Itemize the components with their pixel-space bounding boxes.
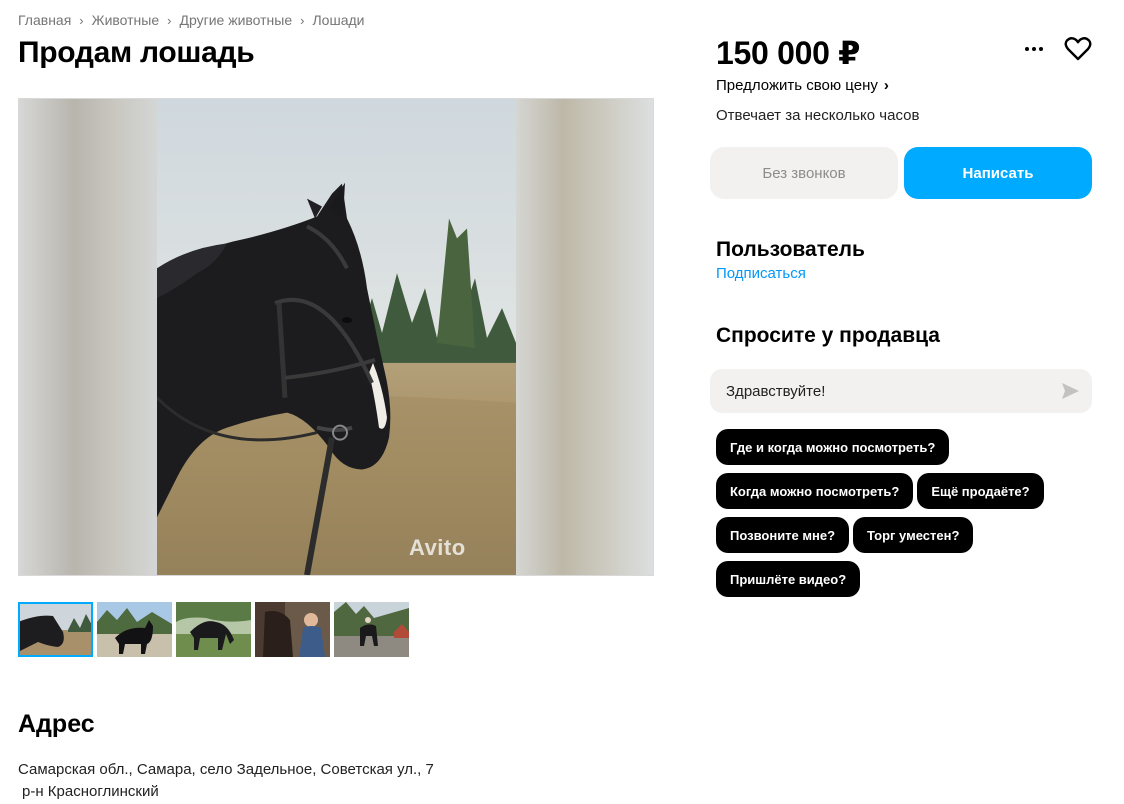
main-photo — [157, 99, 516, 575]
thumbnail-4[interactable] — [255, 602, 330, 657]
district-text: р-н Красноглинский — [22, 783, 159, 800]
chevron-right-icon: › — [883, 77, 889, 94]
listing-title: Продам лошадь — [18, 36, 255, 69]
price: 150 000 ₽ — [716, 35, 861, 71]
gallery-blur-right — [514, 99, 653, 575]
message-input[interactable] — [710, 369, 1092, 413]
write-message-button[interactable]: Написать — [904, 147, 1092, 199]
breadcrumb-home[interactable]: Главная — [18, 12, 71, 28]
thumbnail-3[interactable] — [176, 602, 251, 657]
quick-question-chip[interactable]: Где и когда можно посмотреть? — [716, 429, 950, 465]
breadcrumb-other-animals[interactable]: Другие животные — [179, 12, 292, 28]
thumbnail-1[interactable] — [18, 602, 93, 657]
breadcrumb-animals[interactable]: Животные — [92, 12, 160, 28]
breadcrumb: Главная › Животные › Другие животные › Л… — [18, 12, 364, 28]
quick-question-chip[interactable]: Торг уместен? — [853, 517, 974, 553]
seller-name[interactable]: Пользователь — [716, 238, 865, 262]
heart-icon[interactable] — [1064, 36, 1092, 62]
more-dots-icon[interactable] — [1021, 36, 1047, 62]
address-text: Самарская обл., Самара, село Задельное, … — [18, 761, 434, 778]
response-time: Отвечает за несколько часов — [716, 107, 920, 124]
gallery-blur-left — [19, 99, 157, 575]
chevron-right-icon: › — [300, 12, 305, 28]
quick-question-chip[interactable]: Позвоните мне? — [716, 517, 850, 553]
thumbnail-2[interactable] — [97, 602, 172, 657]
thumbnail-strip — [18, 602, 409, 657]
offer-price-label: Предложить свою цену — [716, 77, 878, 94]
quick-question-chip[interactable]: Ещё продаёте? — [917, 473, 1044, 509]
quick-questions: Где и когда можно посмотреть? Когда можн… — [716, 429, 1096, 597]
chevron-right-icon: › — [167, 12, 172, 28]
no-calls-button[interactable]: Без звонков — [710, 147, 898, 199]
quick-question-chip[interactable]: Пришлёте видео? — [716, 561, 861, 597]
chevron-right-icon: › — [79, 12, 84, 28]
offer-price-link[interactable]: Предложить свою цену › — [716, 77, 889, 94]
address-title: Адрес — [18, 710, 95, 738]
breadcrumb-horses[interactable]: Лошади — [312, 12, 364, 28]
send-arrow-icon[interactable] — [1058, 379, 1082, 403]
ask-seller-title: Спросите у продавца — [716, 324, 940, 347]
dot — [1039, 47, 1043, 51]
dot — [1032, 47, 1036, 51]
main-photo-gallery[interactable]: Avito — [18, 98, 654, 576]
thumbnail-5[interactable] — [334, 602, 409, 657]
quick-question-chip[interactable]: Когда можно посмотреть? — [716, 473, 914, 509]
dot — [1025, 47, 1029, 51]
avito-watermark: Avito — [409, 535, 466, 560]
subscribe-link[interactable]: Подписаться — [716, 265, 806, 282]
